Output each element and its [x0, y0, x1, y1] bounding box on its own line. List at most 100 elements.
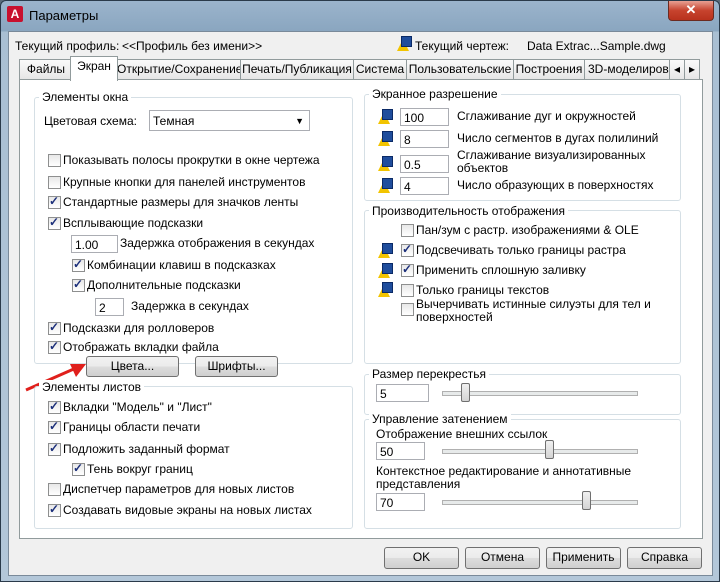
window-title: Параметры	[29, 8, 99, 23]
highlight-raster-checkbox[interactable]	[401, 242, 414, 257]
paper-background-label: Подложить заданный формат	[63, 442, 230, 456]
tab-scroll-right-icon[interactable]: ▸	[684, 59, 700, 79]
text-frame-label: Только границы текстов	[416, 283, 550, 297]
xref-fade-input[interactable]: 50	[376, 442, 425, 460]
drawing-setting-icon	[376, 109, 393, 125]
large-buttons-checkbox[interactable]	[48, 176, 61, 189]
color-scheme-label: Цветовая схема:	[44, 114, 137, 128]
ribbon-icons-checkbox[interactable]	[48, 194, 61, 209]
close-button[interactable]: ✕	[668, 1, 714, 21]
fade-control-title: Управление затенением	[369, 412, 511, 426]
color-scheme-value: Темная	[153, 114, 195, 128]
text-frame-checkbox[interactable]	[401, 284, 414, 297]
polyline-segments-input[interactable]: 8	[400, 130, 449, 148]
printable-area-label: Границы области печати	[63, 420, 201, 434]
rendered-smoothness-label: Сглаживание визуализированных объектов	[457, 148, 646, 175]
apply-button[interactable]: Применить	[546, 547, 621, 569]
tab-plot-publish[interactable]: Печать/Публикация	[240, 59, 354, 79]
tooltip-delay-label: Задержка отображения в секундах	[120, 236, 315, 250]
model-tabs-checkbox[interactable]	[48, 399, 61, 414]
tab-drafting[interactable]: Построения	[513, 59, 585, 79]
arc-smoothness-input[interactable]: 100	[400, 108, 449, 126]
fonts-button[interactable]: Шрифты...	[195, 356, 278, 377]
printable-area-checkbox[interactable]	[48, 419, 61, 434]
rendered-smoothness-input[interactable]: 0.5	[400, 155, 449, 173]
contour-lines-input[interactable]: 4	[400, 177, 449, 195]
crosshair-size-input[interactable]: 5	[376, 384, 429, 402]
options-dialog: A Параметры ✕ Текущий профиль: <<Профиль…	[0, 0, 720, 582]
inplace-fade-track	[442, 500, 638, 505]
tab-files[interactable]: Файлы	[19, 59, 73, 79]
layout-elements-title: Элементы листов	[39, 380, 145, 394]
current-drawing-label: Текущий чертеж:	[415, 39, 509, 53]
xref-fade-slider[interactable]	[544, 440, 554, 459]
tab-system[interactable]: Система	[353, 59, 407, 79]
show-scrollbars-label: Показывать полосы прокрутки в окне черте…	[63, 153, 320, 167]
contour-lines-label: Число образующих в поверхностях	[457, 178, 654, 192]
show-scrollbars-checkbox[interactable]	[48, 154, 61, 167]
pan-zoom-raster-label: Пан/зум с растр. изображениями & OLE	[416, 223, 639, 237]
current-profile-value: <<Профиль без имени>>	[122, 39, 263, 53]
title-bar: A Параметры ✕	[1, 1, 719, 31]
display-resolution-title: Экранное разрешение	[369, 87, 501, 101]
paper-background-checkbox[interactable]	[48, 441, 61, 456]
inplace-fade-slider[interactable]	[581, 491, 591, 510]
help-button[interactable]: Справка	[627, 547, 702, 569]
inplace-fade-label: Контекстное редактирование и аннотативны…	[376, 464, 632, 491]
drawing-setting-icon	[376, 131, 393, 147]
tab-scroll-left-icon[interactable]: ◂	[669, 59, 685, 79]
tooltips-checkbox[interactable]	[48, 215, 61, 230]
inplace-fade-input[interactable]: 70	[376, 493, 425, 511]
true-silhouettes-checkbox[interactable]	[401, 303, 414, 316]
file-tabs-checkbox[interactable]	[48, 339, 61, 354]
create-viewport-checkbox[interactable]	[48, 502, 61, 517]
file-tabs-label: Отображать вкладки файла	[63, 340, 219, 354]
model-tabs-label: Вкладки "Модель" и "Лист"	[63, 400, 212, 414]
window-elements-title: Элементы окна	[39, 90, 132, 104]
extended-tooltips-label: Дополнительные подсказки	[87, 278, 241, 292]
drawing-setting-icon	[376, 156, 393, 172]
extended-delay-input[interactable]: 2	[95, 298, 124, 316]
shortcut-tooltips-checkbox[interactable]	[72, 257, 85, 272]
extended-tooltips-checkbox[interactable]	[72, 277, 85, 292]
crosshair-size-track	[442, 391, 638, 396]
solid-fill-label: Применить сплошную заливку	[416, 263, 586, 277]
current-profile-label: Текущий профиль:	[15, 39, 120, 53]
tab-open-save[interactable]: Открытие/Сохранение	[116, 59, 241, 79]
tooltip-delay-input[interactable]: 1.00	[71, 235, 118, 253]
page-setup-manager-checkbox[interactable]	[48, 483, 61, 496]
page-setup-manager-label: Диспетчер параметров для новых листов	[63, 482, 295, 496]
ok-button[interactable]: OK	[384, 547, 459, 569]
paper-shadow-label: Тень вокруг границ	[87, 462, 193, 476]
solid-fill-checkbox[interactable]	[401, 262, 414, 277]
polyline-segments-label: Число сегментов в дугах полилиний	[457, 131, 659, 145]
tab-user-preferences[interactable]: Пользовательские	[406, 59, 514, 79]
display-tab-panel: Элементы окна Цветовая схема: Темная ▼ П…	[19, 79, 703, 539]
tab-3d-modeling[interactable]: 3D-моделирова	[584, 59, 673, 79]
drawing-setting-icon	[376, 243, 393, 259]
pan-zoom-raster-checkbox[interactable]	[401, 224, 414, 237]
display-performance-title: Производительность отображения	[369, 204, 569, 218]
chevron-down-icon: ▼	[295, 116, 304, 126]
highlight-raster-label: Подсвечивать только границы растра	[416, 243, 626, 257]
true-silhouettes-label: Вычерчивать истинные силуэты для тел и п…	[416, 297, 651, 324]
create-viewport-label: Создавать видовые экраны на новых листах	[63, 503, 312, 517]
paper-shadow-checkbox[interactable]	[72, 461, 85, 476]
cancel-button[interactable]: Отмена	[465, 547, 540, 569]
tab-display[interactable]: Экран	[70, 56, 118, 81]
rollover-tooltips-checkbox[interactable]	[48, 320, 61, 335]
drawing-setting-icon	[376, 178, 393, 194]
drawing-icon	[395, 36, 412, 52]
current-drawing-value: Data Extrac...Sample.dwg	[527, 39, 666, 53]
drawing-setting-icon	[376, 263, 393, 279]
rollover-tooltips-label: Подсказки для ролловеров	[63, 321, 215, 335]
color-scheme-select[interactable]: Темная ▼	[149, 110, 310, 131]
tooltips-label: Всплывающие подсказки	[63, 216, 204, 230]
ribbon-icons-label: Стандартные размеры для значков ленты	[63, 195, 299, 209]
xref-fade-label: Отображение внешних ссылок	[376, 427, 548, 441]
extended-delay-label: Задержка в секундах	[131, 299, 249, 313]
autocad-logo-icon: A	[7, 6, 23, 22]
arc-smoothness-label: Сглаживание дуг и окружностей	[457, 109, 636, 123]
crosshair-size-slider[interactable]	[461, 383, 471, 402]
drawing-setting-icon	[376, 282, 393, 298]
